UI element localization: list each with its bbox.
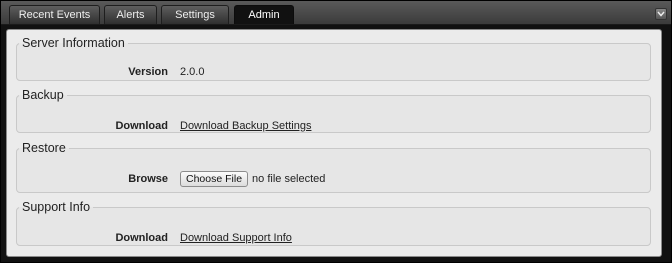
version-label: Version [128,66,168,78]
section-title: Support Info [22,200,91,214]
section-title: Backup [22,88,64,102]
tab-recent-events[interactable]: Recent Events [9,5,100,24]
version-value: 2.0.0 [180,66,205,78]
file-status-text: no file selected [252,173,326,185]
tab-alerts[interactable]: Alerts [104,5,157,24]
section-title: Server Information [22,36,125,50]
collapse-button[interactable] [655,8,667,20]
server-information-section: Server Information Version 2.0.0 [16,36,651,81]
tab-bar: Recent Events Alerts Settings Admin [1,1,671,25]
support-info-section: Support Info Download Download Support I… [16,200,651,246]
chevron-down-icon [657,11,665,17]
admin-panel: Server Information Version 2.0.0 Backup … [6,29,662,257]
download-label: Download [115,120,168,132]
browse-label: Browse [128,173,168,185]
section-title: Restore [22,141,66,155]
choose-file-button[interactable]: Choose File [180,171,249,187]
restore-section: Restore Browse Choose File no file selec… [16,141,651,193]
admin-window: Recent Events Alerts Settings Admin Serv… [0,0,672,263]
download-support-info-link[interactable]: Download Support Info [180,232,292,244]
backup-section: Backup Download Download Backup Settings [16,88,651,133]
download-backup-settings-link[interactable]: Download Backup Settings [180,120,311,132]
tab-settings[interactable]: Settings [161,5,229,24]
download-label: Download [115,232,168,244]
tab-admin[interactable]: Admin [234,5,294,24]
